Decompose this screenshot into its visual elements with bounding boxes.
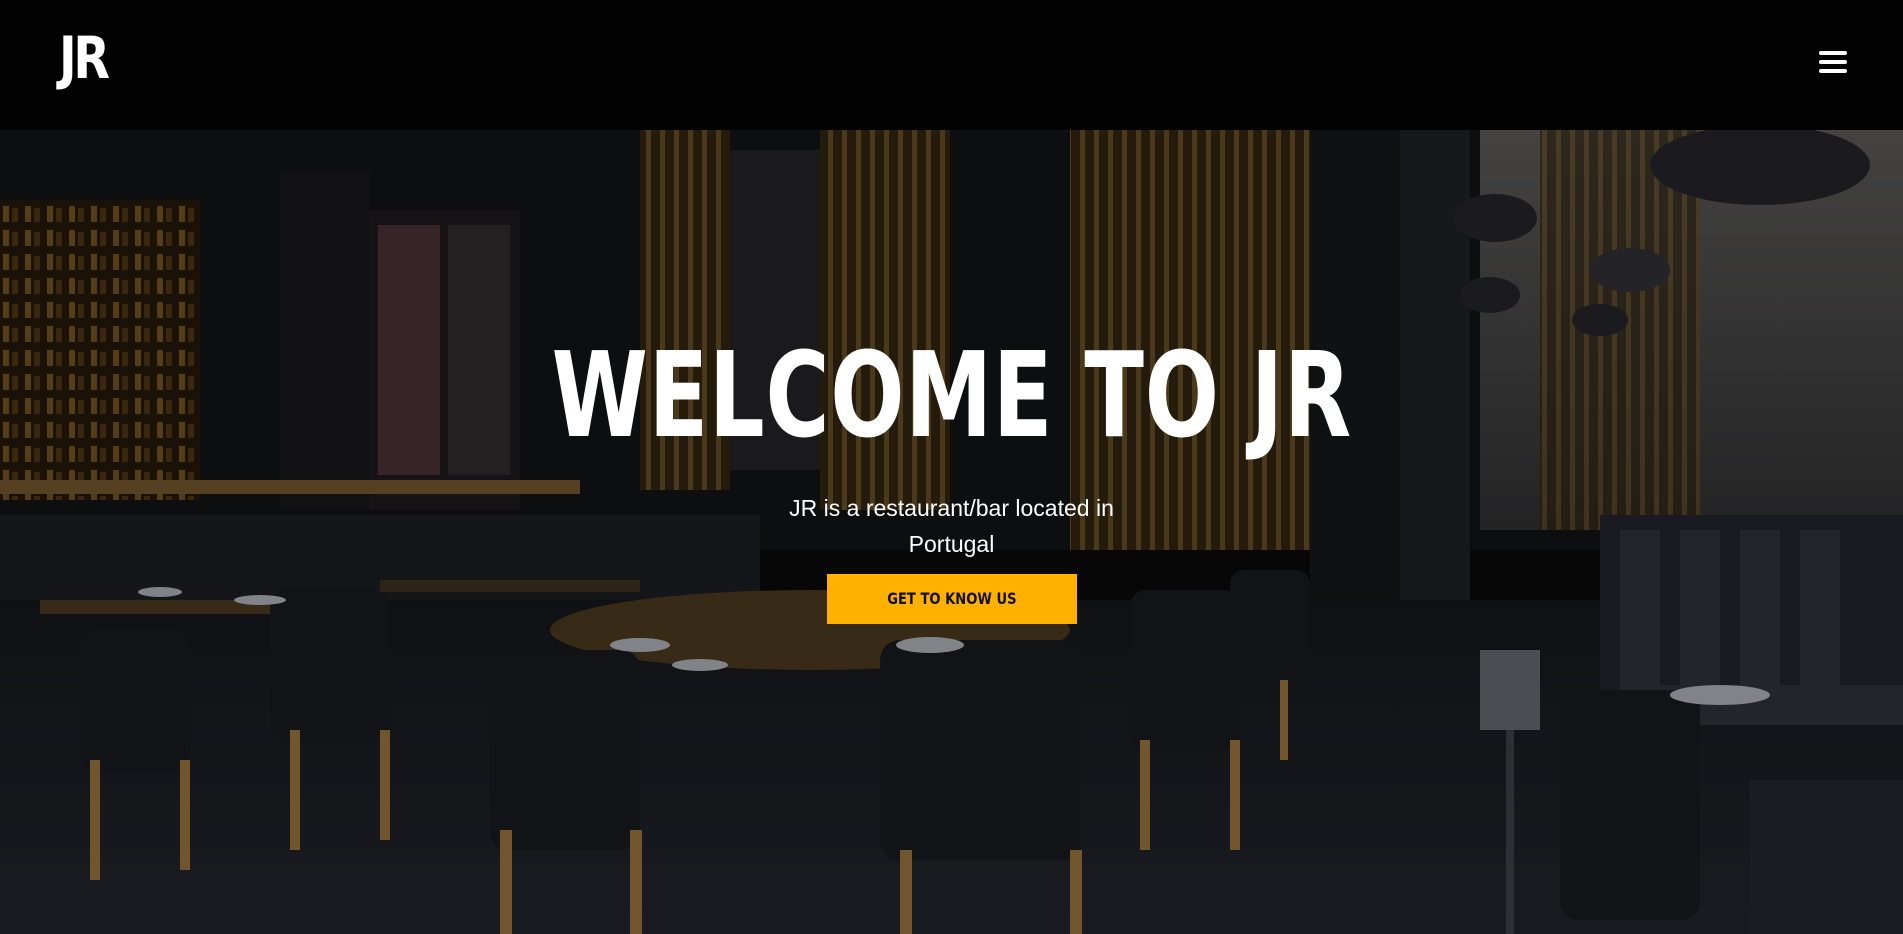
get-to-know-us-button[interactable]: GET TO KNOW US xyxy=(826,574,1077,624)
menu-bar-line xyxy=(1819,51,1847,55)
page: JR WELCOME TO JR JR is a restaurant/bar … xyxy=(0,0,1903,934)
menu-bar-line xyxy=(1819,60,1847,64)
site-logo[interactable]: JR xyxy=(59,26,110,90)
hero-section: WELCOME TO JR JR is a restaurant/bar loc… xyxy=(0,130,1903,934)
cta-label: GET TO KNOW US xyxy=(886,589,1017,608)
hamburger-menu-icon[interactable] xyxy=(1819,48,1849,78)
hero-subtitle: JR is a restaurant/bar located in Portug… xyxy=(789,495,1114,557)
hero-title: WELCOME TO JR xyxy=(551,326,1352,464)
top-navbar: JR xyxy=(0,0,1903,130)
menu-bar-line xyxy=(1819,69,1847,73)
hero-content: WELCOME TO JR JR is a restaurant/bar loc… xyxy=(0,330,1903,624)
